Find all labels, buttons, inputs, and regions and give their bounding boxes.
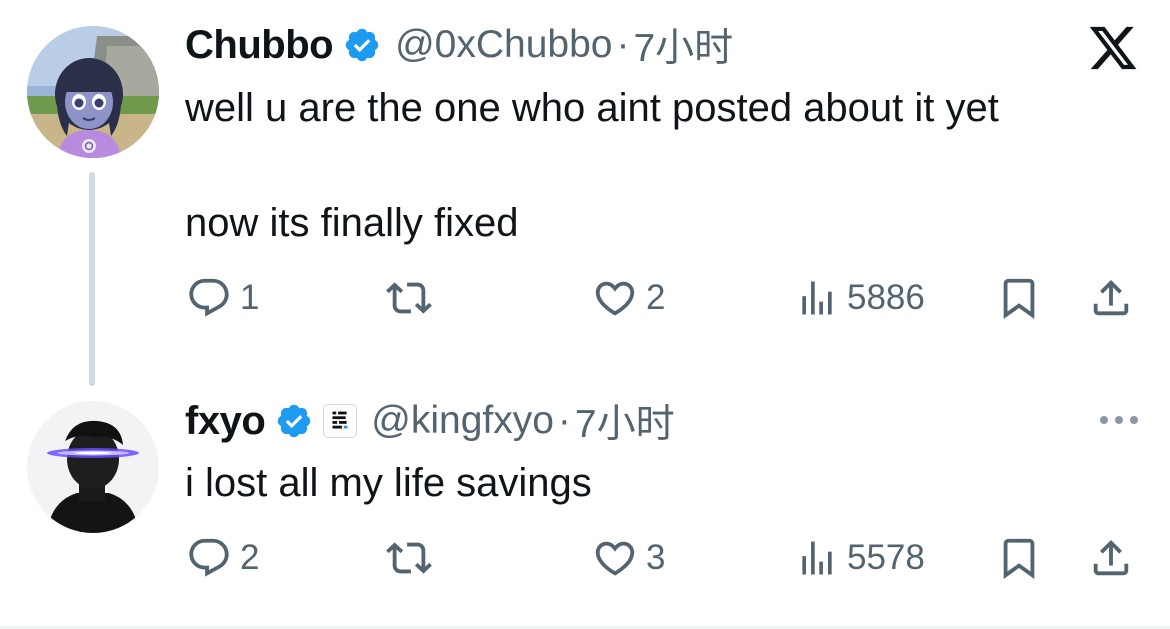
like-count: 3 <box>646 538 666 577</box>
like-button[interactable]: 3 <box>592 528 665 588</box>
tweet-text-line: i lost all my life savings <box>185 461 592 505</box>
reply-button[interactable]: 2 <box>186 528 259 588</box>
retweet-icon <box>386 282 432 314</box>
reply-icon <box>189 278 229 317</box>
views-button[interactable]: 5578 <box>795 528 925 588</box>
display-name[interactable]: fxyo <box>185 399 266 444</box>
tweet-text-line: now its finally fixed <box>185 201 519 245</box>
verified-badge-icon[interactable] <box>343 26 381 64</box>
separator-dot: · <box>557 399 571 442</box>
share-icon <box>1093 279 1129 316</box>
x-logo-icon[interactable] <box>1086 22 1140 74</box>
avatar-chubbo[interactable] <box>27 26 159 158</box>
separator-dot: · <box>616 23 630 66</box>
retweet-icon <box>386 542 432 574</box>
user-handle[interactable]: @0xChubbo <box>395 23 612 67</box>
views-icon <box>802 281 832 315</box>
tweet-header: fxyo @kingfxyo · 7小时 <box>185 393 675 449</box>
reply-count: 2 <box>240 538 260 577</box>
share-button[interactable] <box>1088 528 1134 588</box>
bookmark-button[interactable] <box>996 528 1042 588</box>
like-icon <box>595 541 635 576</box>
affiliate-badge-icon[interactable] <box>323 404 358 438</box>
bookmark-icon <box>1003 538 1035 579</box>
tweet-action-bar: 2 3 5578 <box>0 528 1170 588</box>
reply-count: 1 <box>240 278 260 317</box>
like-count: 2 <box>646 278 666 317</box>
avatar-fxyo[interactable] <box>27 401 159 533</box>
retweet-button[interactable] <box>386 528 440 588</box>
reply-icon <box>189 538 229 577</box>
tweet-action-bar: 1 2 5886 <box>0 268 1170 328</box>
display-name[interactable]: Chubbo <box>185 23 334 68</box>
views-button[interactable]: 5886 <box>795 268 925 328</box>
share-icon <box>1093 539 1129 576</box>
like-icon <box>595 281 635 316</box>
verified-badge-icon[interactable] <box>275 402 313 440</box>
share-button[interactable] <box>1088 268 1134 328</box>
timestamp[interactable]: 7小时 <box>575 393 675 449</box>
tweet-thread: Chubbo @0xChubbo · 7小时 well u are the on… <box>0 0 1170 629</box>
views-icon <box>802 541 832 575</box>
user-handle[interactable]: @kingfxyo <box>371 399 554 443</box>
like-button[interactable]: 2 <box>592 268 665 328</box>
tweet-header: Chubbo @0xChubbo · 7小时 <box>185 17 733 73</box>
bookmark-icon <box>1003 278 1035 319</box>
view-count: 5886 <box>847 278 925 317</box>
more-options-icon[interactable] <box>1096 410 1142 430</box>
retweet-button[interactable] <box>386 268 440 328</box>
timestamp[interactable]: 7小时 <box>633 17 733 73</box>
view-count: 5578 <box>847 538 925 577</box>
bookmark-button[interactable] <box>996 268 1042 328</box>
reply-button[interactable]: 1 <box>186 268 259 328</box>
tweet-text-line: well u are the one who aint posted about… <box>185 86 999 130</box>
